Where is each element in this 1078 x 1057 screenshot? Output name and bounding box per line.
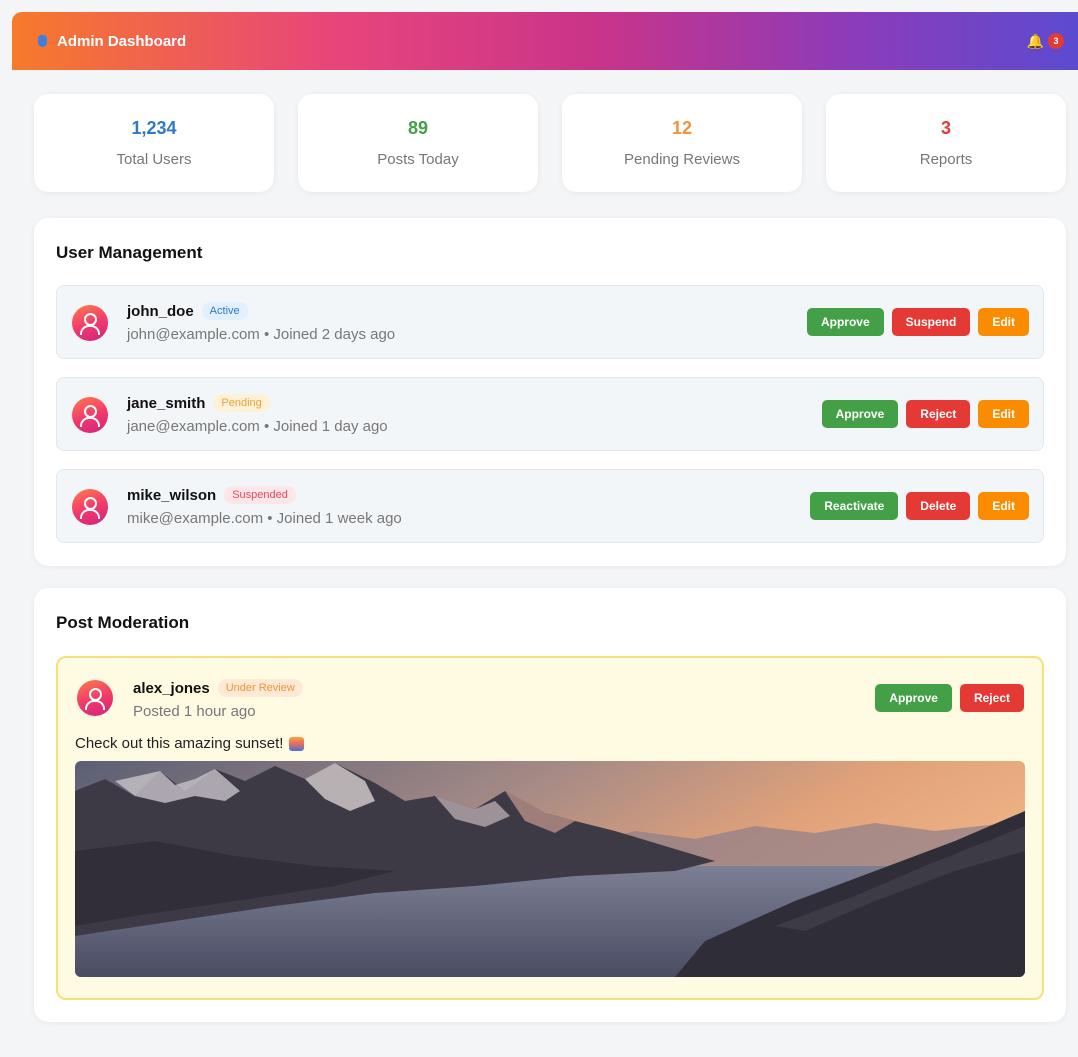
- approve-button[interactable]: Approve: [875, 684, 952, 712]
- username[interactable]: john_doe: [127, 303, 194, 320]
- user-actions: Reactivate Delete Edit: [810, 492, 1029, 520]
- app-title: Admin Dashboard: [57, 32, 187, 50]
- avatar: [77, 680, 113, 716]
- brand: Admin Dashboard: [38, 33, 186, 50]
- user-row-jane-smith: jane_smith Pending jane@example.com • Jo…: [56, 377, 1044, 451]
- suspend-button[interactable]: Suspend: [891, 308, 971, 336]
- sunset-emoji-icon: [289, 736, 305, 751]
- stat-value: 12: [671, 118, 693, 138]
- user-meta: john@example.com • Joined 2 days ago: [127, 326, 396, 343]
- status-badge: Suspended: [224, 486, 296, 504]
- post-author-line: alex_jones Under Review: [133, 679, 303, 697]
- user-name-line: jane_smith Pending: [127, 394, 270, 412]
- username[interactable]: mike_wilson: [127, 487, 216, 504]
- reject-button[interactable]: Reject: [959, 684, 1024, 712]
- app-header: Admin Dashboard 🔔 3: [12, 12, 1078, 70]
- edit-button[interactable]: Edit: [978, 492, 1029, 520]
- stat-card-pending-reviews: 12 Pending Reviews: [562, 94, 802, 192]
- status-badge: Active: [201, 302, 248, 320]
- stat-value: 1,234: [131, 118, 177, 138]
- user-row-mike-wilson: mike_wilson Suspended mike@example.com •…: [56, 469, 1044, 543]
- mountain-sunset-image: [75, 761, 1025, 977]
- stat-card-posts-today: 89 Posts Today: [298, 94, 538, 192]
- post-image[interactable]: [75, 761, 1025, 977]
- section-title: User Management: [56, 243, 203, 262]
- user-actions: Approve Suspend Edit: [806, 308, 1029, 336]
- approve-button[interactable]: Approve: [806, 308, 884, 336]
- bell-icon[interactable]: 🔔: [1027, 33, 1044, 50]
- notifications-button[interactable]: 🔔 3: [1027, 33, 1064, 50]
- post-text-line: Check out this amazing sunset!: [75, 735, 305, 752]
- post-item: alex_jones Under Review Posted 1 hour ag…: [56, 656, 1044, 1000]
- notification-badge: 3: [1048, 33, 1064, 49]
- stat-label: Pending Reviews: [624, 151, 740, 168]
- user-actions: Approve Reject Edit: [821, 400, 1029, 428]
- status-badge: Pending: [213, 394, 270, 412]
- post-actions: Approve Reject: [875, 684, 1024, 712]
- user-row-john-doe: john_doe Active john@example.com • Joine…: [56, 285, 1044, 359]
- reactivate-button[interactable]: Reactivate: [810, 492, 899, 520]
- post-meta: Posted 1 hour ago: [133, 703, 256, 720]
- stat-card-total-users: 1,234 Total Users: [34, 94, 274, 192]
- stat-label: Posts Today: [377, 151, 459, 168]
- avatar: [72, 489, 108, 525]
- avatar: [72, 397, 108, 433]
- edit-button[interactable]: Edit: [978, 308, 1029, 336]
- user-name-line: john_doe Active: [127, 302, 248, 320]
- username[interactable]: jane_smith: [127, 395, 205, 412]
- delete-button[interactable]: Delete: [906, 492, 971, 520]
- stat-card-reports: 3 Reports: [826, 94, 1066, 192]
- stat-value: 3: [940, 118, 951, 138]
- stats-row: 1,234 Total Users 89 Posts Today 12 Pend…: [34, 94, 1066, 192]
- user-management-card: User Management john_doe Active john@exa…: [34, 218, 1066, 566]
- user-name-line: mike_wilson Suspended: [127, 486, 296, 504]
- user-meta: mike@example.com • Joined 1 week ago: [127, 510, 402, 527]
- shield-icon: [38, 35, 47, 47]
- post-text: Check out this amazing sunset!: [75, 735, 284, 752]
- username[interactable]: alex_jones: [133, 680, 210, 697]
- post-moderation-card: Post Moderation alex_jones Under Review …: [34, 588, 1066, 1022]
- stat-value: 89: [407, 118, 429, 138]
- reject-button[interactable]: Reject: [906, 400, 971, 428]
- section-title: Post Moderation: [56, 613, 190, 632]
- user-meta: jane@example.com • Joined 1 day ago: [127, 418, 388, 435]
- stat-label: Reports: [919, 151, 973, 168]
- approve-button[interactable]: Approve: [821, 400, 899, 428]
- edit-button[interactable]: Edit: [978, 400, 1029, 428]
- status-badge: Under Review: [217, 679, 303, 697]
- avatar: [72, 305, 108, 341]
- stat-label: Total Users: [116, 151, 192, 168]
